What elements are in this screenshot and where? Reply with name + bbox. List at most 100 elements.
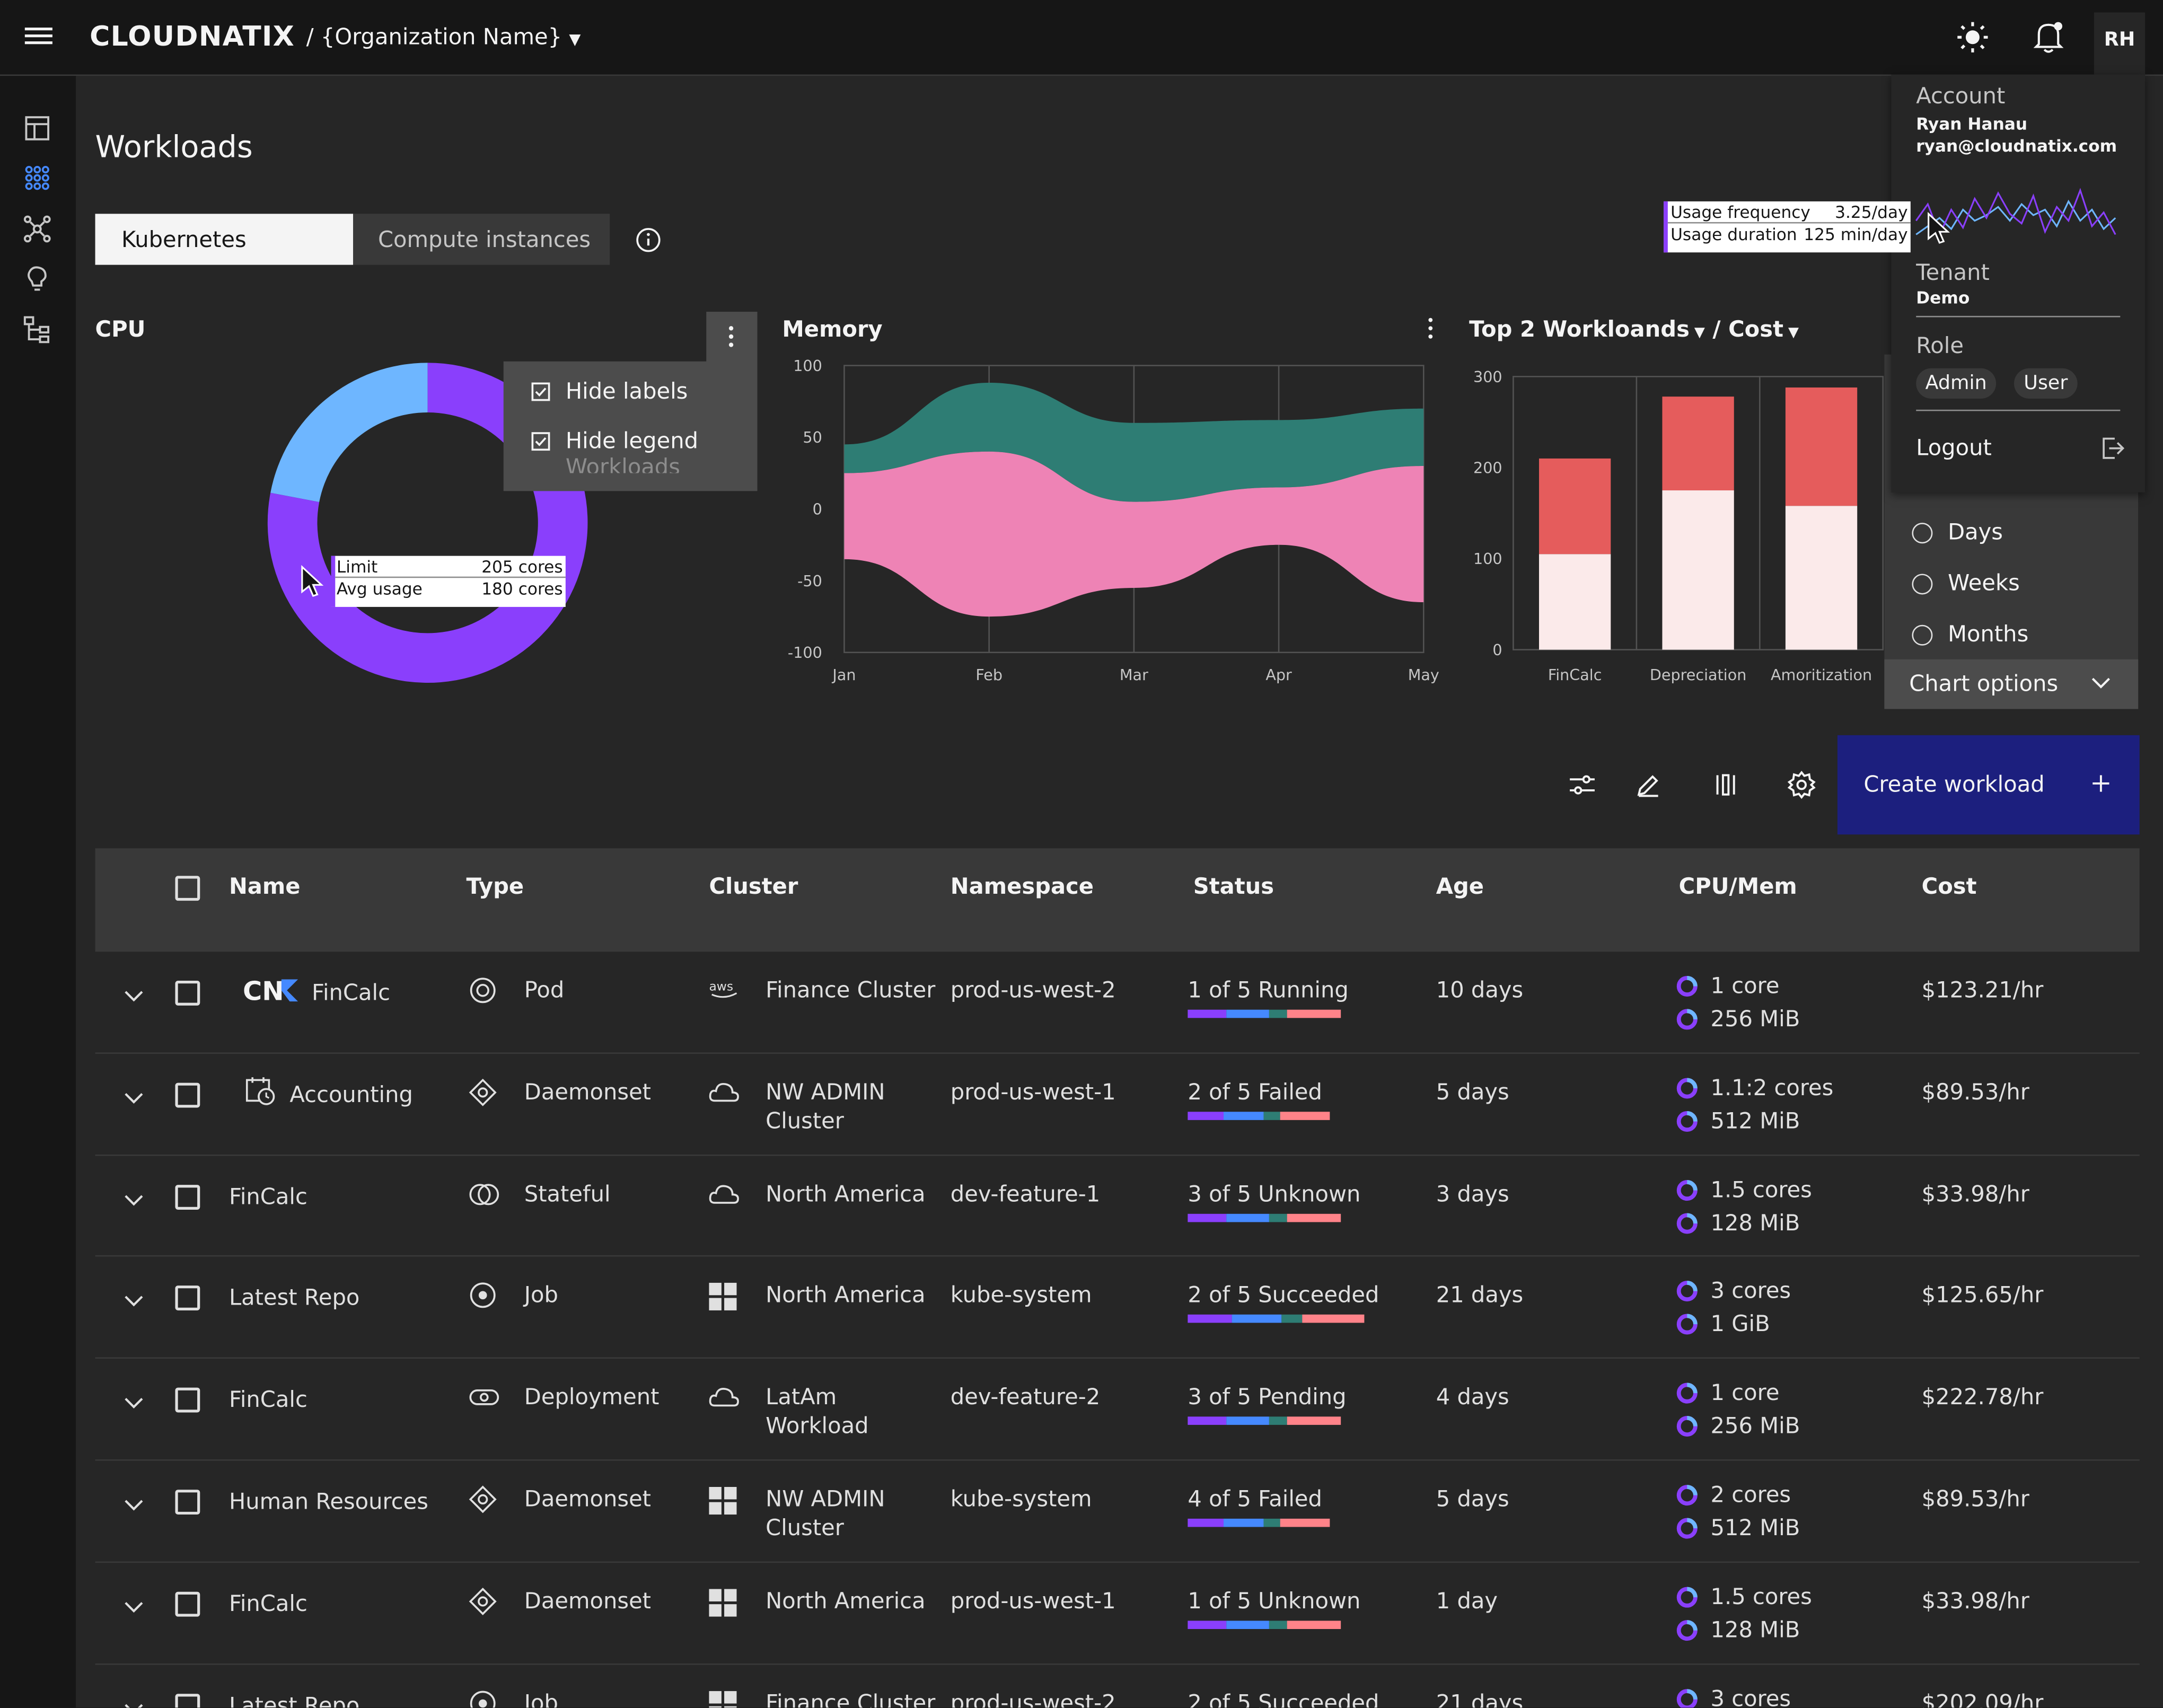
chevron-down-icon[interactable] xyxy=(124,1498,143,1512)
cost: $125.65/hr xyxy=(1921,1282,2044,1308)
memory-value: 128 MiB xyxy=(1710,1616,1800,1643)
status-bar-segment xyxy=(1280,1518,1330,1527)
chevron-down-icon[interactable] xyxy=(124,1091,143,1105)
table-row: CN FinCalc Pod aws Finance Cluster prod-us-we… xyxy=(0,952,2163,1054)
row-checkbox[interactable] xyxy=(175,981,200,1006)
namespace: dev-feature-2 xyxy=(950,1384,1101,1410)
cpu-ring-icon xyxy=(1676,1077,1698,1099)
workload-name[interactable]: Latest Repo xyxy=(229,1691,359,1708)
status-text: 1 of 5 Running xyxy=(1188,976,1349,1003)
status-bar-segment xyxy=(1263,1518,1280,1527)
row-checkbox[interactable] xyxy=(175,1693,200,1708)
status-text: 4 of 5 Failed xyxy=(1188,1485,1322,1512)
cost: $123.21/hr xyxy=(1921,976,2044,1003)
workload-type: Daemonset xyxy=(524,1485,652,1512)
status-bar-segment xyxy=(1188,1213,1227,1222)
cpu-value: 1.1:2 cores xyxy=(1710,1074,1834,1100)
cluster-name[interactable]: Cluster xyxy=(766,1106,844,1135)
status-bar-segment xyxy=(1287,1620,1341,1629)
memory-ring-icon xyxy=(1676,1314,1698,1336)
row-checkbox[interactable] xyxy=(175,1591,200,1617)
namespace: kube-system xyxy=(950,1485,1092,1512)
workload-name[interactable]: FinCalc xyxy=(229,1385,307,1414)
status-bar-segment xyxy=(1188,1620,1227,1629)
cloud-icon xyxy=(709,1182,739,1207)
status-bar-segment xyxy=(1188,1315,1232,1324)
chevron-down-icon[interactable] xyxy=(124,1600,143,1614)
cluster-name[interactable]: North America xyxy=(766,1281,925,1310)
namespace: prod-us-west-2 xyxy=(950,1689,1116,1708)
memory-ring-icon xyxy=(1676,1110,1698,1132)
workload-name[interactable]: Latest Repo xyxy=(229,1283,359,1313)
table-row: FinCalc Stateful North America dev-feature-… xyxy=(0,1155,2163,1257)
cluster-name[interactable]: NW ADMIN xyxy=(766,1077,885,1106)
cpu-ring-icon xyxy=(1676,975,1698,998)
chevron-down-icon[interactable] xyxy=(124,1702,143,1708)
status-bar-segment xyxy=(1287,1213,1341,1222)
chevron-down-icon[interactable] xyxy=(124,989,143,1003)
status-bar-segment xyxy=(1226,1213,1269,1222)
status-bar-segment xyxy=(1269,1620,1287,1629)
cluster-name[interactable]: Finance Cluster xyxy=(766,975,935,1005)
cost: $89.53/hr xyxy=(1921,1485,2029,1512)
daemonset-icon xyxy=(469,1078,497,1106)
status-bar-segment xyxy=(1280,1111,1330,1120)
memory-ring-icon xyxy=(1676,1008,1698,1031)
workload-name[interactable]: FinCalc xyxy=(229,1182,307,1211)
job-icon xyxy=(469,1689,497,1708)
chevron-down-icon[interactable] xyxy=(124,1193,143,1207)
chevron-down-icon[interactable] xyxy=(124,1396,143,1410)
row-checkbox[interactable] xyxy=(175,1286,200,1311)
workload-name[interactable]: Human Resources xyxy=(229,1487,428,1516)
workload-type: Job xyxy=(524,1689,558,1708)
status-bar-segment xyxy=(1224,1111,1264,1120)
table-row: Human Resources Daemonset NW ADMIN Cluster k… xyxy=(0,1461,2163,1563)
row-checkbox[interactable] xyxy=(175,1490,200,1515)
workload-name[interactable]: FinCalc xyxy=(229,1589,307,1618)
memory-ring-icon xyxy=(1676,1517,1698,1539)
namespace: prod-us-west-2 xyxy=(950,976,1116,1003)
cluster-name[interactable]: Finance Cluster xyxy=(766,1688,935,1707)
status-bar-segment xyxy=(1302,1315,1365,1324)
cluster-name[interactable]: Cluster xyxy=(766,1513,844,1542)
table-row: Latest Repo Job North America kube-system 2 … xyxy=(0,1257,2163,1359)
deployment-icon xyxy=(469,1384,499,1411)
status-bar-segment xyxy=(1226,1009,1269,1018)
age: 3 days xyxy=(1436,1180,1509,1207)
workload-name[interactable]: FinCalc xyxy=(312,978,390,1007)
calendar-clock-icon xyxy=(245,1076,276,1106)
cpu-value: 3 cores xyxy=(1710,1278,1791,1304)
age: 5 days xyxy=(1436,1078,1509,1105)
memory-value: 512 MiB xyxy=(1710,1515,1800,1541)
row-checkbox[interactable] xyxy=(175,1082,200,1107)
status-text: 2 of 5 Failed xyxy=(1188,1078,1322,1105)
cluster-name[interactable]: North America xyxy=(766,1586,925,1615)
svg-text:CN: CN xyxy=(243,975,284,1006)
cost: $33.98/hr xyxy=(1921,1587,2029,1614)
workload-type: Deployment xyxy=(524,1384,660,1410)
age: 1 day xyxy=(1436,1587,1498,1614)
memory-value: 512 MiB xyxy=(1710,1107,1800,1134)
pod-icon xyxy=(469,976,497,1004)
namespace: dev-feature-1 xyxy=(950,1180,1101,1207)
cloud-icon xyxy=(709,1385,739,1410)
cpu-value: 2 cores xyxy=(1710,1481,1791,1508)
cluster-name[interactable]: LatAm xyxy=(766,1383,837,1412)
status-bar-segment xyxy=(1232,1315,1282,1324)
status-text: 2 of 5 Succeeded xyxy=(1188,1689,1379,1708)
workload-type: Daemonset xyxy=(524,1587,652,1614)
workload-name[interactable]: Accounting xyxy=(289,1080,412,1109)
cluster-name[interactable]: Workload xyxy=(766,1411,868,1440)
stateful-icon xyxy=(469,1180,499,1208)
chevron-down-icon[interactable] xyxy=(124,1295,143,1308)
row-checkbox[interactable] xyxy=(175,1388,200,1413)
memory-value: 256 MiB xyxy=(1710,1005,1800,1032)
cpu-ring-icon xyxy=(1676,1383,1698,1405)
age: 10 days xyxy=(1436,976,1524,1003)
cluster-name[interactable]: NW ADMIN xyxy=(766,1484,885,1513)
cluster-name[interactable]: North America xyxy=(766,1179,925,1208)
windows-icon xyxy=(709,1283,737,1311)
status-bar-segment xyxy=(1287,1416,1341,1425)
row-checkbox[interactable] xyxy=(175,1184,200,1209)
cost: $202.09/hr xyxy=(1921,1689,2044,1708)
